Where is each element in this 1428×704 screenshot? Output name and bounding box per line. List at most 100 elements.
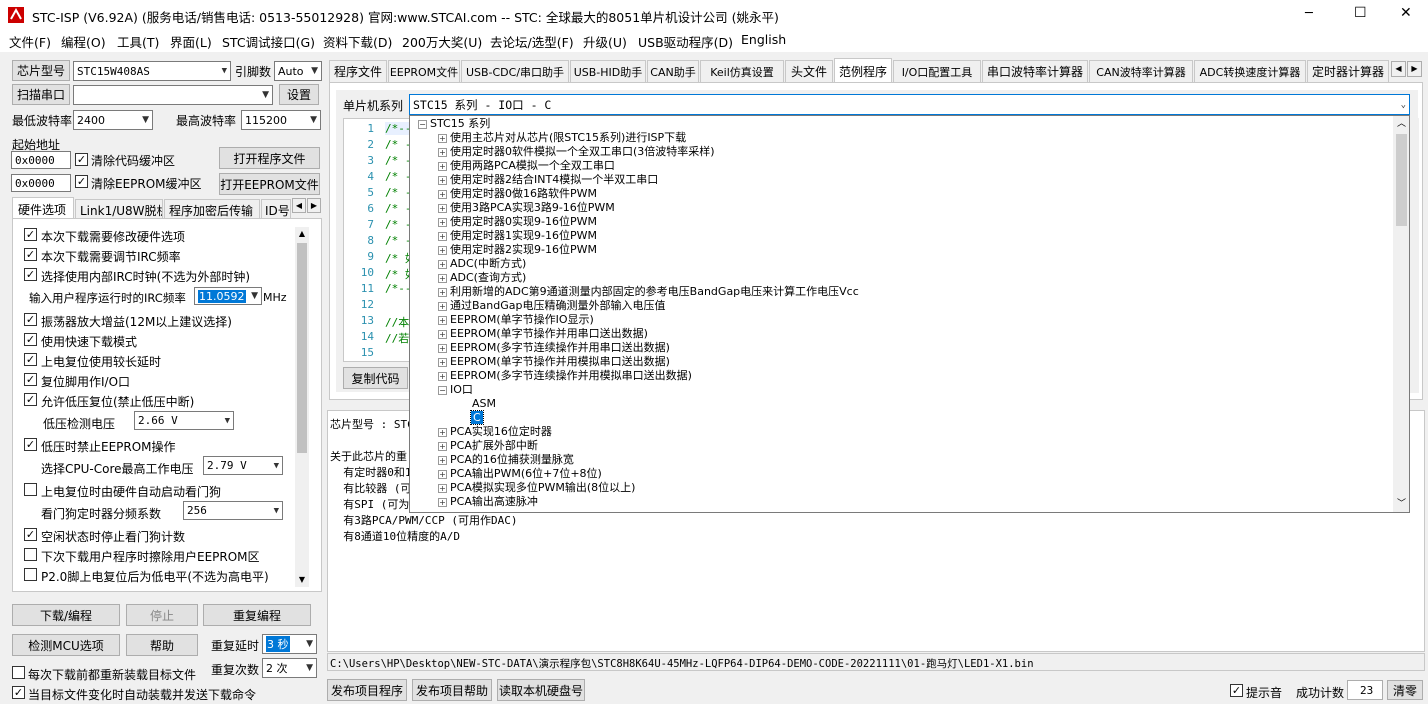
low-voltage-select[interactable]: 2.66 V ▼	[134, 411, 234, 430]
option-checkbox-13[interactable]	[24, 483, 37, 496]
clear-code-checkbox[interactable]: ✓	[75, 153, 88, 166]
menu-download[interactable]: 资料下载(D)	[323, 32, 392, 51]
menu-debug[interactable]: STC调试接口(G)	[222, 32, 315, 51]
option-checkbox-5[interactable]: ✓	[24, 313, 37, 326]
option-checkbox-7[interactable]: ✓	[24, 353, 37, 366]
eeprom-address-input[interactable]: 0x0000	[11, 174, 71, 192]
option-checkbox-6[interactable]: ✓	[24, 333, 37, 346]
expand-icon[interactable]: +	[438, 231, 447, 241]
tab-io-config[interactable]: I/O口配置工具	[893, 60, 981, 82]
option-checkbox-11[interactable]: ✓	[24, 438, 37, 451]
menu-usb-driver[interactable]: USB驱动程序(D)	[638, 32, 733, 51]
repeat-delay-select[interactable]: 3 秒 ▼	[262, 634, 317, 654]
watchdog-divider-select[interactable]: 256 ▼	[183, 501, 283, 520]
menu-file[interactable]: 文件(F)	[9, 32, 51, 51]
expand-icon[interactable]: +	[438, 287, 447, 297]
tree-node[interactable]: + 使用定时器1实现9-16位PWM	[438, 229, 597, 243]
tree-node[interactable]: + EEPROM(单字节操作并用模拟串口送出数据)	[438, 355, 670, 369]
scroll-down-icon[interactable]: ﹀	[1393, 496, 1409, 512]
expand-icon[interactable]: +	[438, 329, 447, 339]
expand-icon[interactable]: +	[438, 371, 447, 381]
tree-node[interactable]: + 使用定时器0实现9-16位PWM	[438, 215, 597, 229]
chip-type-select[interactable]: STC15W408AS ▼	[73, 61, 231, 81]
pin-count-select[interactable]: Auto ▼	[274, 61, 322, 81]
irc-frequency-select[interactable]: 11.0592 ▼	[194, 287, 262, 305]
scroll-up-icon[interactable]: ▲	[295, 227, 309, 241]
tab-hardware-options[interactable]: 硬件选项	[12, 197, 74, 218]
option-checkbox-15[interactable]: ✓	[24, 528, 37, 541]
menu-upgrade[interactable]: 升级(U)	[583, 32, 627, 51]
max-baud-select[interactable]: 115200 ▼	[241, 110, 321, 130]
tree-node[interactable]: + 使用定时器0软件模拟一个全双工串口(3倍波特率采样)	[438, 145, 715, 159]
collapse-icon[interactable]: −	[438, 385, 447, 395]
tab-link1[interactable]: Link1/U8W脱机	[75, 199, 163, 218]
minimize-button[interactable]: ─	[1305, 6, 1313, 21]
tree-node[interactable]: + PCA实现16位定时器	[438, 425, 552, 439]
tab-baud-calc[interactable]: 串口波特率计算器	[982, 60, 1088, 82]
tree-node[interactable]: + 使用主芯片对从芯片(限STC15系列)进行ISP下载	[438, 131, 686, 145]
collapse-icon[interactable]: −	[418, 119, 427, 129]
tree-node[interactable]: + 通过BandGap电压精确测量外部输入电压值	[438, 299, 666, 313]
menu-english[interactable]: English	[741, 32, 786, 47]
maximize-button[interactable]: ☐	[1354, 5, 1367, 21]
tree-node[interactable]: + 使用定时器0做16路软件PWM	[438, 187, 597, 201]
expand-icon[interactable]: +	[438, 273, 447, 283]
expand-icon[interactable]: +	[438, 217, 447, 227]
open-eeprom-button[interactable]: 打开EEPROM文件	[219, 173, 320, 195]
option-checkbox-16[interactable]	[24, 548, 37, 561]
tree-node[interactable]: + EEPROM(单字节操作IO显示)	[438, 313, 594, 327]
chip-type-button[interactable]: 芯片型号	[12, 60, 70, 81]
tree-node[interactable]: − IO口	[438, 383, 473, 397]
expand-icon[interactable]: +	[438, 483, 447, 493]
tree-node[interactable]: + EEPROM(多字节连续操作并用模拟串口送出数据)	[438, 369, 692, 383]
reload-before-download-checkbox[interactable]	[12, 666, 25, 679]
tree-node[interactable]: + PCA输出高速脉冲	[438, 495, 538, 509]
publish-help-button[interactable]: 发布项目帮助	[412, 679, 492, 701]
expand-icon[interactable]: +	[438, 357, 447, 367]
scroll-down-icon[interactable]: ▼	[295, 573, 309, 587]
option-checkbox-2[interactable]: ✓	[24, 248, 37, 261]
expand-icon[interactable]: +	[438, 259, 447, 269]
detect-mcu-button[interactable]: 检测MCU选项	[12, 634, 120, 656]
scroll-thumb[interactable]	[1396, 134, 1407, 226]
tree-node[interactable]: + 使用定时器2实现9-16位PWM	[438, 243, 597, 257]
option-checkbox-1[interactable]: ✓	[24, 228, 37, 241]
min-baud-select[interactable]: 2400 ▼	[73, 110, 153, 130]
tree-node[interactable]: + ADC(中断方式)	[438, 257, 526, 271]
repeat-program-button[interactable]: 重复编程	[203, 604, 311, 626]
expand-icon[interactable]: +	[438, 469, 447, 479]
sound-checkbox[interactable]: ✓	[1230, 684, 1243, 697]
tree-node[interactable]: − STC15 系列	[418, 117, 490, 131]
tree-node[interactable]: + 使用3路PCA实现3路9-16位PWM	[438, 201, 615, 215]
tab-header-file[interactable]: 头文件	[785, 60, 833, 82]
stop-button[interactable]: 停止	[126, 604, 198, 626]
menu-prize[interactable]: 200万大奖(U)	[402, 32, 482, 51]
expand-icon[interactable]: +	[438, 441, 447, 451]
scroll-thumb[interactable]	[297, 243, 307, 453]
tab-examples[interactable]: 范例程序	[834, 58, 892, 83]
tab-program-file[interactable]: 程序文件	[329, 60, 387, 82]
menu-interface[interactable]: 界面(L)	[170, 32, 212, 51]
tree-node[interactable]: + 利用新增的ADC第9通道测量内部固定的参考电压BandGap电压来计算工作电压…	[438, 285, 859, 299]
menu-tools[interactable]: 工具(T)	[117, 32, 159, 51]
copy-code-button[interactable]: 复制代码	[343, 367, 408, 389]
tree-node[interactable]: + PCA的16位捕获测量脉宽	[438, 453, 574, 467]
expand-icon[interactable]: +	[438, 497, 447, 507]
expand-icon[interactable]: +	[438, 301, 447, 311]
tree-leaf-selected[interactable]: C	[470, 410, 484, 425]
tree-leaf[interactable]: ASM	[472, 397, 496, 411]
tab-timer-calc[interactable]: 定时器计算器	[1307, 60, 1389, 82]
repeat-count-select[interactable]: 2 次 ▼	[262, 658, 317, 678]
code-address-input[interactable]: 0x0000	[11, 151, 71, 169]
tab-eeprom-file[interactable]: EEPROM文件	[388, 60, 460, 82]
tab-usb-cdc[interactable]: USB-CDC/串口助手	[461, 60, 569, 82]
expand-icon[interactable]: +	[438, 455, 447, 465]
expand-icon[interactable]: +	[438, 133, 447, 143]
option-checkbox-8[interactable]: ✓	[24, 373, 37, 386]
tab-adc-calc[interactable]: ADC转换速度计算器	[1194, 60, 1306, 82]
settings-button[interactable]: 设置	[279, 84, 319, 105]
expand-icon[interactable]: +	[438, 203, 447, 213]
tab-scroll-left-icon[interactable]: ◀	[1391, 61, 1406, 77]
expand-icon[interactable]: +	[438, 427, 447, 437]
tree-node[interactable]: + ADC(查询方式)	[438, 271, 526, 285]
